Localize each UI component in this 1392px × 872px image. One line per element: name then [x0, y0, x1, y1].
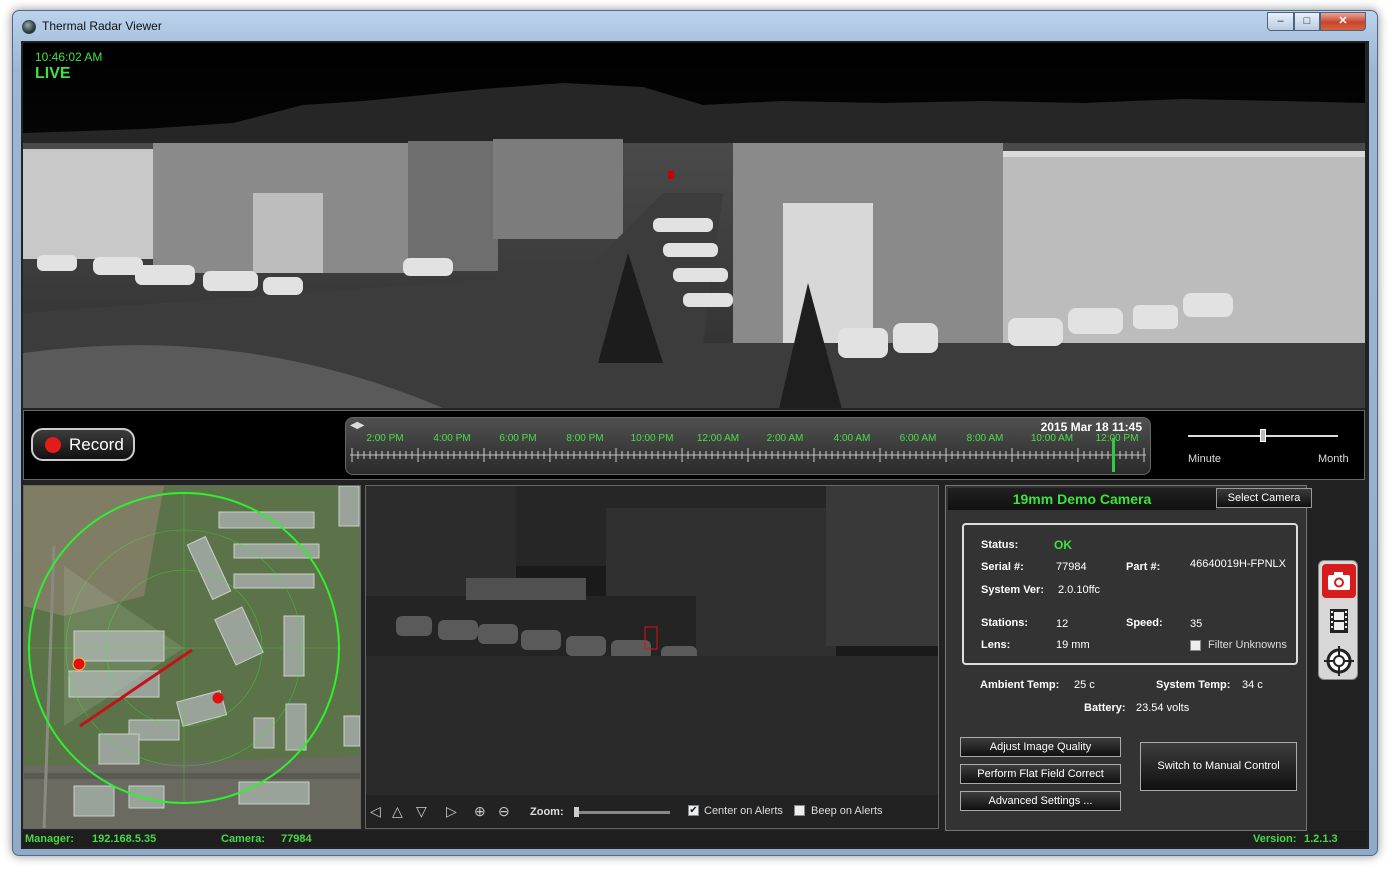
ptz-thermal-video[interactable]: ◁ △ ▽ ▷ ⊕ ⊖ Zoom: ✔ Center on Alerts Bee… — [365, 485, 939, 829]
speed-value: 35 — [1190, 618, 1203, 630]
live-clock: 10:46:02 AM — [35, 50, 103, 64]
camera-id-label: Camera: — [221, 833, 266, 845]
status-value: OK — [1054, 538, 1072, 552]
window-title: Thermal Radar Viewer — [42, 19, 162, 33]
minimize-button[interactable]: – — [1267, 12, 1294, 31]
filter-unknowns-checkbox[interactable] — [1190, 640, 1201, 651]
part-label: Part #: — [1126, 561, 1161, 573]
system-version-value: 2.0.10ffc — [1058, 584, 1100, 596]
camera-name: 19mm Demo Camera — [948, 488, 1216, 510]
timeline-hour-label: 6:00 PM — [499, 433, 537, 444]
filter-unknowns-label: Filter Unknowns — [1208, 639, 1287, 651]
serial-value: 77984 — [1056, 561, 1087, 573]
switch-manual-control-button[interactable]: Switch to Manual Control — [1140, 742, 1297, 791]
system-version-label: System Ver: — [981, 584, 1044, 596]
center-on-alerts-checkbox[interactable]: ✔ — [688, 805, 699, 816]
client-area: 10:46:02 AM LIVE Record ◀▶ 2015 Mar 18 1… — [21, 41, 1369, 849]
ambient-temp-value: 25 c — [1074, 679, 1095, 691]
timeline-hour-label: 10:00 AM — [1030, 433, 1074, 444]
manager-label: Manager: — [25, 833, 74, 845]
scale-min-label: Minute — [1188, 453, 1222, 465]
stations-label: Stations: — [981, 617, 1029, 629]
ambient-temp-label: Ambient Temp: — [980, 679, 1060, 691]
target-icon — [1324, 646, 1354, 676]
manager-value: 192.168.5.35 — [92, 833, 157, 845]
timeline-hour-label: 12:00 PM — [1095, 433, 1139, 444]
app-window: Thermal Radar Viewer – □ ✕ 10:46:02 AM L… — [12, 10, 1378, 856]
title-bar[interactable]: Thermal Radar Viewer – □ ✕ — [13, 11, 1377, 41]
record-label: Record — [69, 435, 124, 454]
timeline-ticks — [350, 448, 1146, 462]
status-label: Status: — [981, 539, 1019, 551]
record-video-button[interactable] — [1322, 604, 1356, 638]
select-camera-button[interactable]: Select Camera — [1216, 488, 1312, 508]
live-indicator: LIVE — [35, 65, 71, 82]
time-scale-thumb[interactable] — [1260, 429, 1266, 442]
timeline-current-marker[interactable] — [1112, 438, 1115, 472]
side-toolbar — [1318, 560, 1358, 680]
tilt-up-icon[interactable]: △ — [392, 803, 403, 820]
film-icon — [1330, 609, 1348, 633]
camera-id-value: 77984 — [281, 833, 312, 845]
serial-label: Serial #: — [981, 561, 1024, 573]
scale-max-label: Month — [1318, 453, 1349, 465]
timeline-hour-label: 2:00 PM — [366, 433, 404, 444]
stations-value: 12 — [1056, 618, 1069, 630]
adjust-image-quality-button[interactable]: Adjust Image Quality — [960, 737, 1121, 757]
system-temp-label: System Temp: — [1156, 679, 1231, 691]
system-temp-value: 34 c — [1242, 679, 1263, 691]
record-dot-icon — [45, 437, 61, 453]
beep-on-alerts-checkbox[interactable] — [794, 805, 805, 816]
maximize-button[interactable]: □ — [1294, 12, 1320, 31]
pan-left-icon[interactable]: ◁ — [370, 803, 381, 820]
timeline-nav-arrows-icon[interactable]: ◀▶ — [350, 420, 364, 431]
snapshot-button[interactable] — [1322, 564, 1356, 598]
record-button[interactable]: Record — [31, 428, 135, 461]
timeline-band: Record ◀▶ 2015 Mar 18 11:45 2:00 PM 4:00… — [23, 410, 1365, 480]
satellite-map-image — [24, 486, 360, 828]
timeline-hour-label: 4:00 AM — [833, 433, 871, 444]
timeline-hour-label: 8:00 AM — [966, 433, 1004, 444]
version-label: Version: — [1253, 833, 1297, 845]
timeline-hour-label: 2:00 AM — [766, 433, 804, 444]
timeline-scrubber[interactable]: ◀▶ 2015 Mar 18 11:45 2:00 PM 4:00 PM 6:0… — [345, 417, 1151, 475]
close-button[interactable]: ✕ — [1320, 12, 1366, 31]
zoom-in-icon[interactable]: ⊕ — [474, 803, 486, 820]
app-logo-icon — [22, 20, 36, 34]
battery-value: 23.54 volts — [1136, 702, 1190, 714]
timeline-hour-label: 4:00 PM — [433, 433, 471, 444]
zoom-slider[interactable] — [574, 811, 670, 814]
timeline-hour-label: 8:00 PM — [566, 433, 604, 444]
camera-status-box: Status: OK Serial #: 77984 Part #: 46640… — [962, 523, 1298, 665]
camera-icon — [1328, 572, 1350, 590]
tilt-down-icon[interactable]: ▽ — [416, 803, 427, 820]
timeline-hour-label: 10:00 PM — [630, 433, 674, 444]
zoom-out-icon[interactable]: ⊖ — [498, 803, 510, 820]
timeline-date: 2015 Mar 18 11:45 — [1040, 420, 1142, 434]
ptz-controls-bar: ◁ △ ▽ ▷ ⊕ ⊖ Zoom: ✔ Center on Alerts Bee… — [366, 795, 938, 828]
battery-label: Battery: — [1084, 702, 1126, 714]
center-on-alerts-label: Center on Alerts — [704, 805, 783, 817]
radar-map[interactable] — [23, 485, 361, 829]
zoom-label: Zoom: — [530, 806, 564, 818]
lens-label: Lens: — [981, 639, 1011, 651]
status-bar: Manager: 192.168.5.35 Camera: 77984 Vers… — [23, 831, 1367, 847]
flat-field-correct-button[interactable]: Perform Flat Field Correct — [960, 764, 1121, 784]
advanced-settings-button[interactable]: Advanced Settings ... — [960, 791, 1121, 811]
ptz-thermal-image — [366, 486, 938, 795]
pan-right-icon[interactable]: ▷ — [446, 803, 457, 820]
part-value: 46640019H-FPNLX — [1190, 558, 1287, 570]
beep-on-alerts-label: Beep on Alerts — [811, 805, 883, 817]
thermal-panorama-image — [23, 43, 1365, 408]
lens-value: 19 mm — [1056, 639, 1090, 651]
zoom-slider-thumb[interactable] — [574, 807, 579, 817]
timeline-hour-label: 12:00 AM — [696, 433, 740, 444]
panoramic-thermal-video[interactable]: 10:46:02 AM LIVE — [23, 43, 1365, 408]
camera-info-panel: 19mm Demo Camera Select Camera Status: O… — [945, 485, 1312, 831]
target-button[interactable] — [1322, 644, 1356, 678]
timeline-hour-label: 6:00 AM — [899, 433, 937, 444]
speed-label: Speed: — [1126, 617, 1163, 629]
version-value: 1.2.1.3 — [1304, 833, 1338, 845]
